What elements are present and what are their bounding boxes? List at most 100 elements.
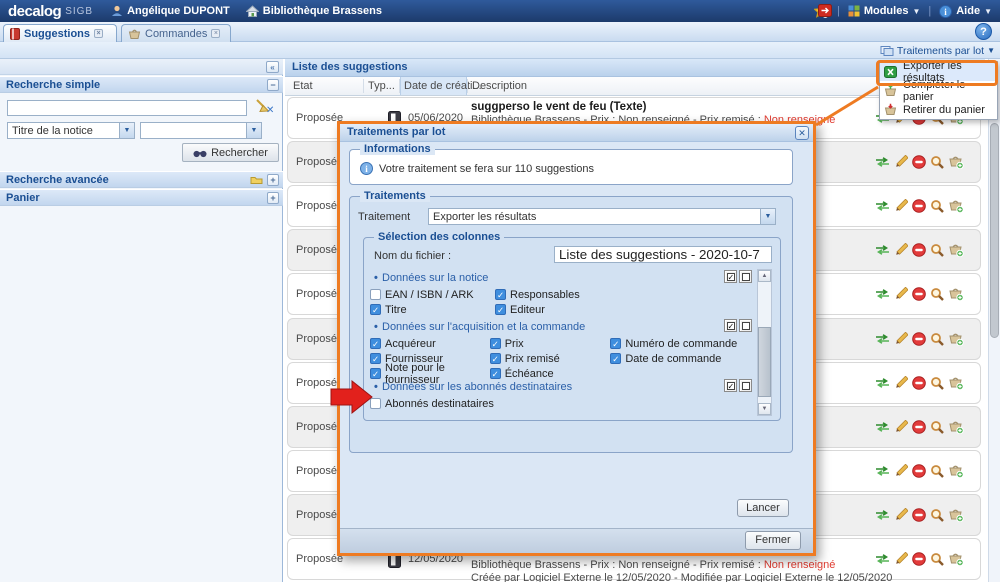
- aide-menu[interactable]: i Aide ▼: [939, 5, 992, 18]
- expand-panel-button[interactable]: +: [267, 192, 279, 204]
- add-to-basket-icon[interactable]: [948, 243, 964, 257]
- simple-search-input[interactable]: [7, 100, 247, 116]
- checkbox-unchecked-icon[interactable]: [370, 289, 381, 300]
- tab-suggestions[interactable]: Suggestions ×: [3, 24, 117, 42]
- collapse-panel-button[interactable]: −: [267, 79, 279, 91]
- chevron-down-icon[interactable]: ▼: [760, 209, 775, 224]
- suggestion-transfer-icon[interactable]: [875, 421, 890, 433]
- column-checkbox-item[interactable]: ✓Prix: [490, 336, 611, 351]
- add-to-basket-icon[interactable]: [948, 287, 964, 301]
- logout-icon[interactable]: [818, 4, 832, 17]
- folder-icon[interactable]: [250, 174, 263, 185]
- column-etat[interactable]: Etat: [293, 80, 313, 92]
- close-icon[interactable]: ×: [211, 29, 220, 38]
- suggestion-transfer-icon[interactable]: [875, 333, 890, 345]
- delete-icon[interactable]: [912, 155, 926, 169]
- column-checkbox-item[interactable]: ✓Editeur: [495, 302, 621, 317]
- chevron-down-icon[interactable]: ▼: [119, 123, 134, 138]
- add-to-basket-icon[interactable]: [948, 508, 964, 522]
- search-icon[interactable]: [930, 464, 944, 478]
- basket-panel-header[interactable]: Panier +: [0, 189, 283, 206]
- tab-commandes[interactable]: Commandes ×: [121, 24, 231, 42]
- uncheck-all-button[interactable]: [739, 379, 752, 392]
- column-checkbox-item[interactable]: ✓Responsables: [495, 287, 621, 302]
- edit-icon[interactable]: [894, 155, 908, 169]
- delete-icon[interactable]: [912, 552, 926, 566]
- suggestion-transfer-icon[interactable]: [875, 377, 890, 389]
- delete-icon[interactable]: [912, 332, 926, 346]
- dialog-title[interactable]: Traitements par lot: [340, 124, 813, 142]
- add-to-basket-icon[interactable]: [948, 332, 964, 346]
- column-checkbox-item[interactable]: Abonnés destinataires: [370, 396, 495, 411]
- menu-item-complete-basket[interactable]: Compléter le panier: [880, 81, 997, 100]
- search-icon[interactable]: [930, 376, 944, 390]
- delete-icon[interactable]: [912, 420, 926, 434]
- list-scrollbar[interactable]: [988, 59, 1000, 582]
- clear-value-icon[interactable]: ✕: [266, 105, 274, 116]
- check-all-button[interactable]: ✓: [724, 319, 737, 332]
- search-field-select[interactable]: Titre de la notice ▼: [7, 122, 135, 139]
- close-icon[interactable]: ×: [94, 29, 103, 38]
- column-checkbox-item[interactable]: ✓Note pour le fournisseur: [370, 366, 490, 381]
- edit-icon[interactable]: [894, 552, 908, 566]
- filename-input[interactable]: [554, 246, 772, 263]
- column-description[interactable]: Description: [472, 80, 527, 92]
- add-to-basket-icon[interactable]: [948, 420, 964, 434]
- column-checkbox-item[interactable]: ✓Titre: [370, 302, 495, 317]
- checkbox-checked-icon[interactable]: ✓: [490, 368, 501, 379]
- search-icon[interactable]: [930, 420, 944, 434]
- suggestion-transfer-icon[interactable]: [875, 244, 890, 256]
- checkbox-checked-icon[interactable]: ✓: [495, 289, 506, 300]
- suggestion-transfer-icon[interactable]: [875, 465, 890, 477]
- search-icon[interactable]: [930, 199, 944, 213]
- check-all-button[interactable]: ✓: [724, 379, 737, 392]
- edit-icon[interactable]: [894, 376, 908, 390]
- chevron-down-icon[interactable]: ▼: [246, 123, 261, 138]
- edit-icon[interactable]: [894, 508, 908, 522]
- add-to-basket-icon[interactable]: [948, 155, 964, 169]
- edit-icon[interactable]: [894, 199, 908, 213]
- traitement-select[interactable]: Exporter les résultats ▼: [428, 208, 776, 225]
- suggestion-transfer-icon[interactable]: [875, 288, 890, 300]
- column-checkbox-item[interactable]: ✓Échéance: [490, 366, 611, 381]
- search-value-select[interactable]: ▼: [140, 122, 262, 139]
- column-checkbox-item[interactable]: EAN / ISBN / ARK: [370, 287, 495, 302]
- search-icon[interactable]: [930, 155, 944, 169]
- current-library[interactable]: Bibliothèque Brassens: [246, 5, 382, 17]
- suggestion-transfer-icon[interactable]: [875, 509, 890, 521]
- column-date[interactable]: Date de créati...: [404, 80, 482, 92]
- column-checkbox-item[interactable]: ✓Date de commande: [610, 351, 754, 366]
- suggestion-transfer-icon[interactable]: [875, 200, 890, 212]
- dialog-scrollbar[interactable]: ▲ ▼: [757, 269, 772, 416]
- scroll-down-icon[interactable]: ▼: [758, 403, 771, 415]
- delete-icon[interactable]: [912, 376, 926, 390]
- edit-icon[interactable]: [894, 332, 908, 346]
- suggestion-transfer-icon[interactable]: [875, 553, 890, 565]
- search-icon[interactable]: [930, 508, 944, 522]
- delete-icon[interactable]: [912, 464, 926, 478]
- checkbox-checked-icon[interactable]: ✓: [610, 338, 621, 349]
- checkbox-checked-icon[interactable]: ✓: [490, 338, 501, 349]
- uncheck-all-button[interactable]: [739, 270, 752, 283]
- edit-icon[interactable]: [894, 464, 908, 478]
- add-to-basket-icon[interactable]: [948, 464, 964, 478]
- advanced-search-header[interactable]: Recherche avancée +: [0, 171, 283, 188]
- checkbox-checked-icon[interactable]: ✓: [490, 353, 501, 364]
- add-to-basket-icon[interactable]: [948, 552, 964, 566]
- suggestion-transfer-icon[interactable]: [875, 156, 890, 168]
- checkbox-checked-icon[interactable]: ✓: [370, 368, 381, 379]
- batch-actions-button[interactable]: Traitements par lot ▼: [880, 43, 995, 58]
- add-to-basket-icon[interactable]: [948, 376, 964, 390]
- uncheck-all-button[interactable]: [739, 319, 752, 332]
- expand-panel-button[interactable]: +: [267, 174, 279, 186]
- add-to-basket-icon[interactable]: [948, 199, 964, 213]
- column-type[interactable]: Typ...: [368, 80, 395, 92]
- search-icon[interactable]: [930, 243, 944, 257]
- checkbox-checked-icon[interactable]: ✓: [370, 353, 381, 364]
- checkbox-unchecked-icon[interactable]: [370, 398, 381, 409]
- delete-icon[interactable]: [912, 199, 926, 213]
- delete-icon[interactable]: [912, 287, 926, 301]
- collapse-sidebar-button[interactable]: «: [266, 61, 279, 73]
- simple-search-header[interactable]: Recherche simple −: [0, 76, 283, 93]
- search-icon[interactable]: [930, 332, 944, 346]
